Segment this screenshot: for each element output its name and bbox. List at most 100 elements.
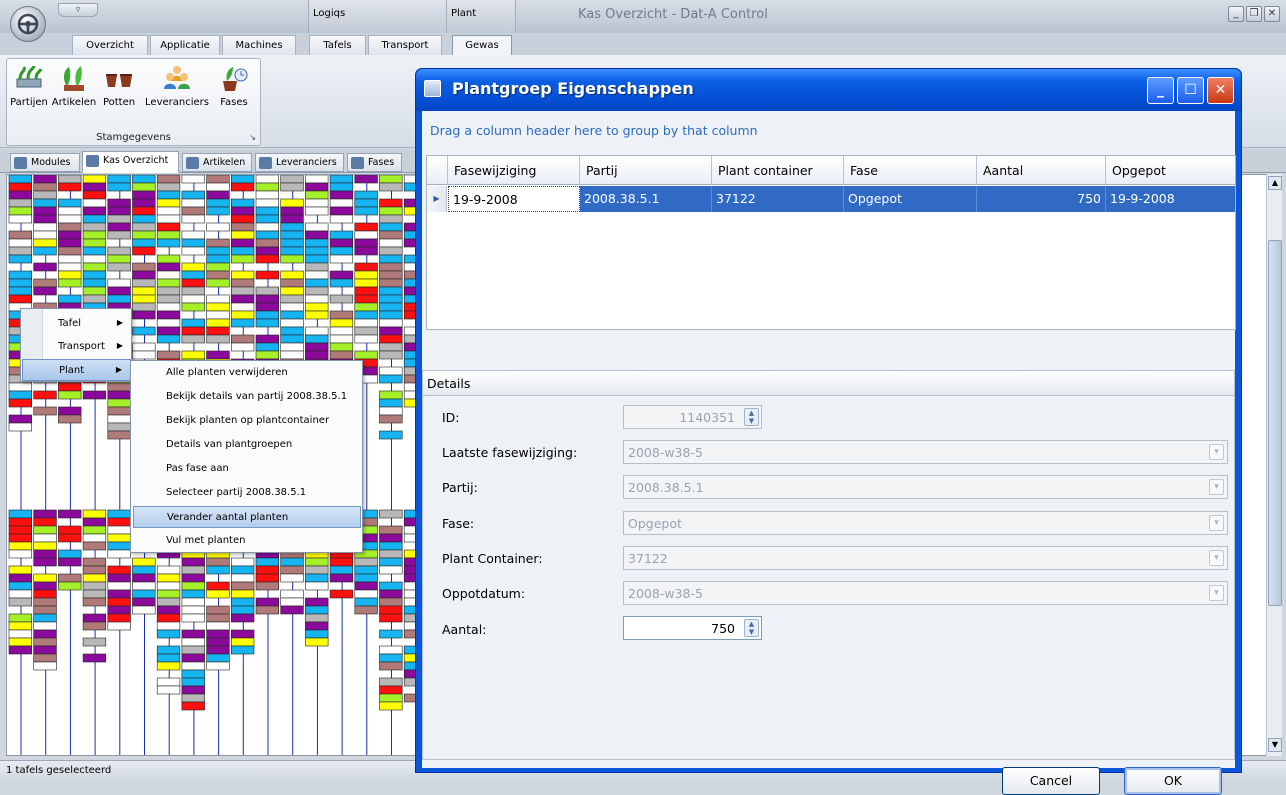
greenhouse-table[interactable]	[255, 581, 280, 591]
greenhouse-table[interactable]	[82, 206, 107, 216]
greenhouse-table[interactable]	[280, 597, 304, 607]
cell-fasewijziging[interactable]: 19-9-2008	[448, 186, 580, 212]
greenhouse-table[interactable]	[181, 677, 205, 687]
greenhouse-table[interactable]	[33, 557, 57, 567]
greenhouse-table[interactable]	[181, 685, 205, 695]
tab-overzicht[interactable]: Overzicht	[72, 35, 148, 55]
greenhouse-table[interactable]	[206, 254, 230, 264]
greenhouse-table[interactable]	[354, 310, 378, 320]
greenhouse-table[interactable]	[181, 286, 205, 296]
greenhouse-table[interactable]	[82, 589, 107, 599]
greenhouse-table[interactable]	[107, 206, 131, 216]
greenhouse-table[interactable]	[33, 573, 57, 583]
greenhouse-table[interactable]	[8, 230, 33, 240]
greenhouse-table[interactable]	[58, 206, 82, 216]
minimize-icon[interactable]: _	[1228, 6, 1244, 22]
plantgroup-grid[interactable]: Fasewijziging Partij Plant container Fas…	[426, 155, 1236, 330]
greenhouse-table[interactable]	[379, 182, 403, 192]
greenhouse-table[interactable]	[354, 334, 378, 344]
greenhouse-table[interactable]	[58, 406, 82, 416]
greenhouse-table[interactable]	[255, 286, 280, 296]
greenhouse-table[interactable]	[329, 182, 354, 192]
cell-plant-container[interactable]: 37122	[712, 186, 844, 212]
greenhouse-table[interactable]	[329, 198, 354, 208]
tab-tafels[interactable]: Tafels	[309, 35, 366, 55]
greenhouse-table[interactable]	[231, 206, 255, 216]
greenhouse-table[interactable]	[354, 573, 378, 583]
greenhouse-table[interactable]	[379, 366, 403, 376]
greenhouse-table[interactable]	[379, 334, 403, 344]
greenhouse-table[interactable]	[58, 175, 82, 184]
greenhouse-table[interactable]	[305, 310, 329, 320]
menu-item-selecteer-partij[interactable]: Selecteer partij 2008.38.5.1	[133, 482, 361, 504]
greenhouse-table[interactable]	[379, 286, 403, 296]
greenhouse-table[interactable]	[231, 286, 255, 296]
greenhouse-table[interactable]	[354, 318, 378, 328]
greenhouse-table[interactable]	[82, 621, 107, 631]
greenhouse-table[interactable]	[379, 541, 403, 551]
greenhouse-table[interactable]	[107, 414, 131, 424]
greenhouse-table[interactable]	[354, 190, 378, 200]
greenhouse-table[interactable]	[206, 661, 230, 671]
aantal-value[interactable]: 750	[711, 621, 735, 636]
greenhouse-table[interactable]	[33, 637, 57, 647]
menu-item-alle-planten-verwijderen[interactable]: Alle planten verwijderen	[133, 362, 361, 384]
greenhouse-table[interactable]	[156, 350, 181, 360]
close-icon[interactable]: ✕	[1264, 6, 1280, 22]
greenhouse-table[interactable]	[156, 629, 181, 639]
greenhouse-table[interactable]	[107, 222, 131, 232]
greenhouse-table[interactable]	[107, 254, 131, 264]
greenhouse-table[interactable]	[8, 517, 33, 527]
greenhouse-table[interactable]	[58, 573, 82, 583]
greenhouse-table[interactable]	[305, 302, 329, 312]
greenhouse-table[interactable]	[329, 310, 354, 320]
greenhouse-table[interactable]	[329, 190, 354, 200]
greenhouse-table[interactable]	[156, 613, 181, 623]
greenhouse-table[interactable]	[82, 254, 107, 264]
greenhouse-table[interactable]	[107, 525, 131, 535]
greenhouse-table[interactable]	[206, 302, 230, 312]
greenhouse-table[interactable]	[329, 557, 354, 567]
greenhouse-table[interactable]	[107, 589, 131, 599]
menu-item-pas-fase-aan[interactable]: Pas fase aan	[133, 458, 361, 480]
greenhouse-table[interactable]	[206, 182, 230, 192]
greenhouse-table[interactable]	[255, 254, 280, 264]
greenhouse-table[interactable]	[107, 390, 131, 400]
greenhouse-table[interactable]	[329, 254, 354, 264]
greenhouse-table[interactable]	[156, 605, 181, 615]
application-menu-button[interactable]	[10, 6, 46, 42]
greenhouse-table[interactable]	[329, 318, 354, 328]
greenhouse-table[interactable]	[329, 278, 354, 288]
greenhouse-table[interactable]	[206, 629, 230, 639]
greenhouse-table[interactable]	[107, 278, 131, 288]
greenhouse-table[interactable]	[379, 326, 403, 336]
greenhouse-table[interactable]	[58, 278, 82, 288]
greenhouse-table[interactable]	[82, 182, 107, 192]
greenhouse-table[interactable]	[156, 661, 181, 671]
greenhouse-table[interactable]	[379, 605, 403, 615]
greenhouse-table[interactable]	[379, 342, 403, 352]
greenhouse-table[interactable]	[132, 286, 156, 296]
greenhouse-table[interactable]	[132, 565, 156, 575]
greenhouse-table[interactable]	[82, 573, 107, 583]
greenhouse-table[interactable]	[132, 175, 156, 184]
greenhouse-table[interactable]	[231, 342, 255, 352]
greenhouse-table[interactable]	[82, 294, 107, 304]
greenhouse-table[interactable]	[379, 589, 403, 599]
greenhouse-table[interactable]	[8, 621, 33, 631]
greenhouse-table[interactable]	[354, 206, 378, 216]
greenhouse-table[interactable]	[255, 310, 280, 320]
greenhouse-table[interactable]	[305, 557, 329, 567]
greenhouse-table[interactable]	[181, 661, 205, 671]
greenhouse-table[interactable]	[379, 549, 403, 559]
greenhouse-table[interactable]	[107, 230, 131, 240]
ok-button[interactable]: OK	[1124, 767, 1222, 795]
greenhouse-table[interactable]	[280, 334, 304, 344]
partijen-button[interactable]: Partijen	[9, 63, 49, 123]
greenhouse-table[interactable]	[280, 342, 304, 352]
greenhouse-table[interactable]	[231, 637, 255, 647]
greenhouse-table[interactable]	[305, 246, 329, 256]
greenhouse-table[interactable]	[354, 589, 378, 599]
greenhouse-table[interactable]	[379, 406, 403, 416]
greenhouse-table[interactable]	[132, 190, 156, 200]
